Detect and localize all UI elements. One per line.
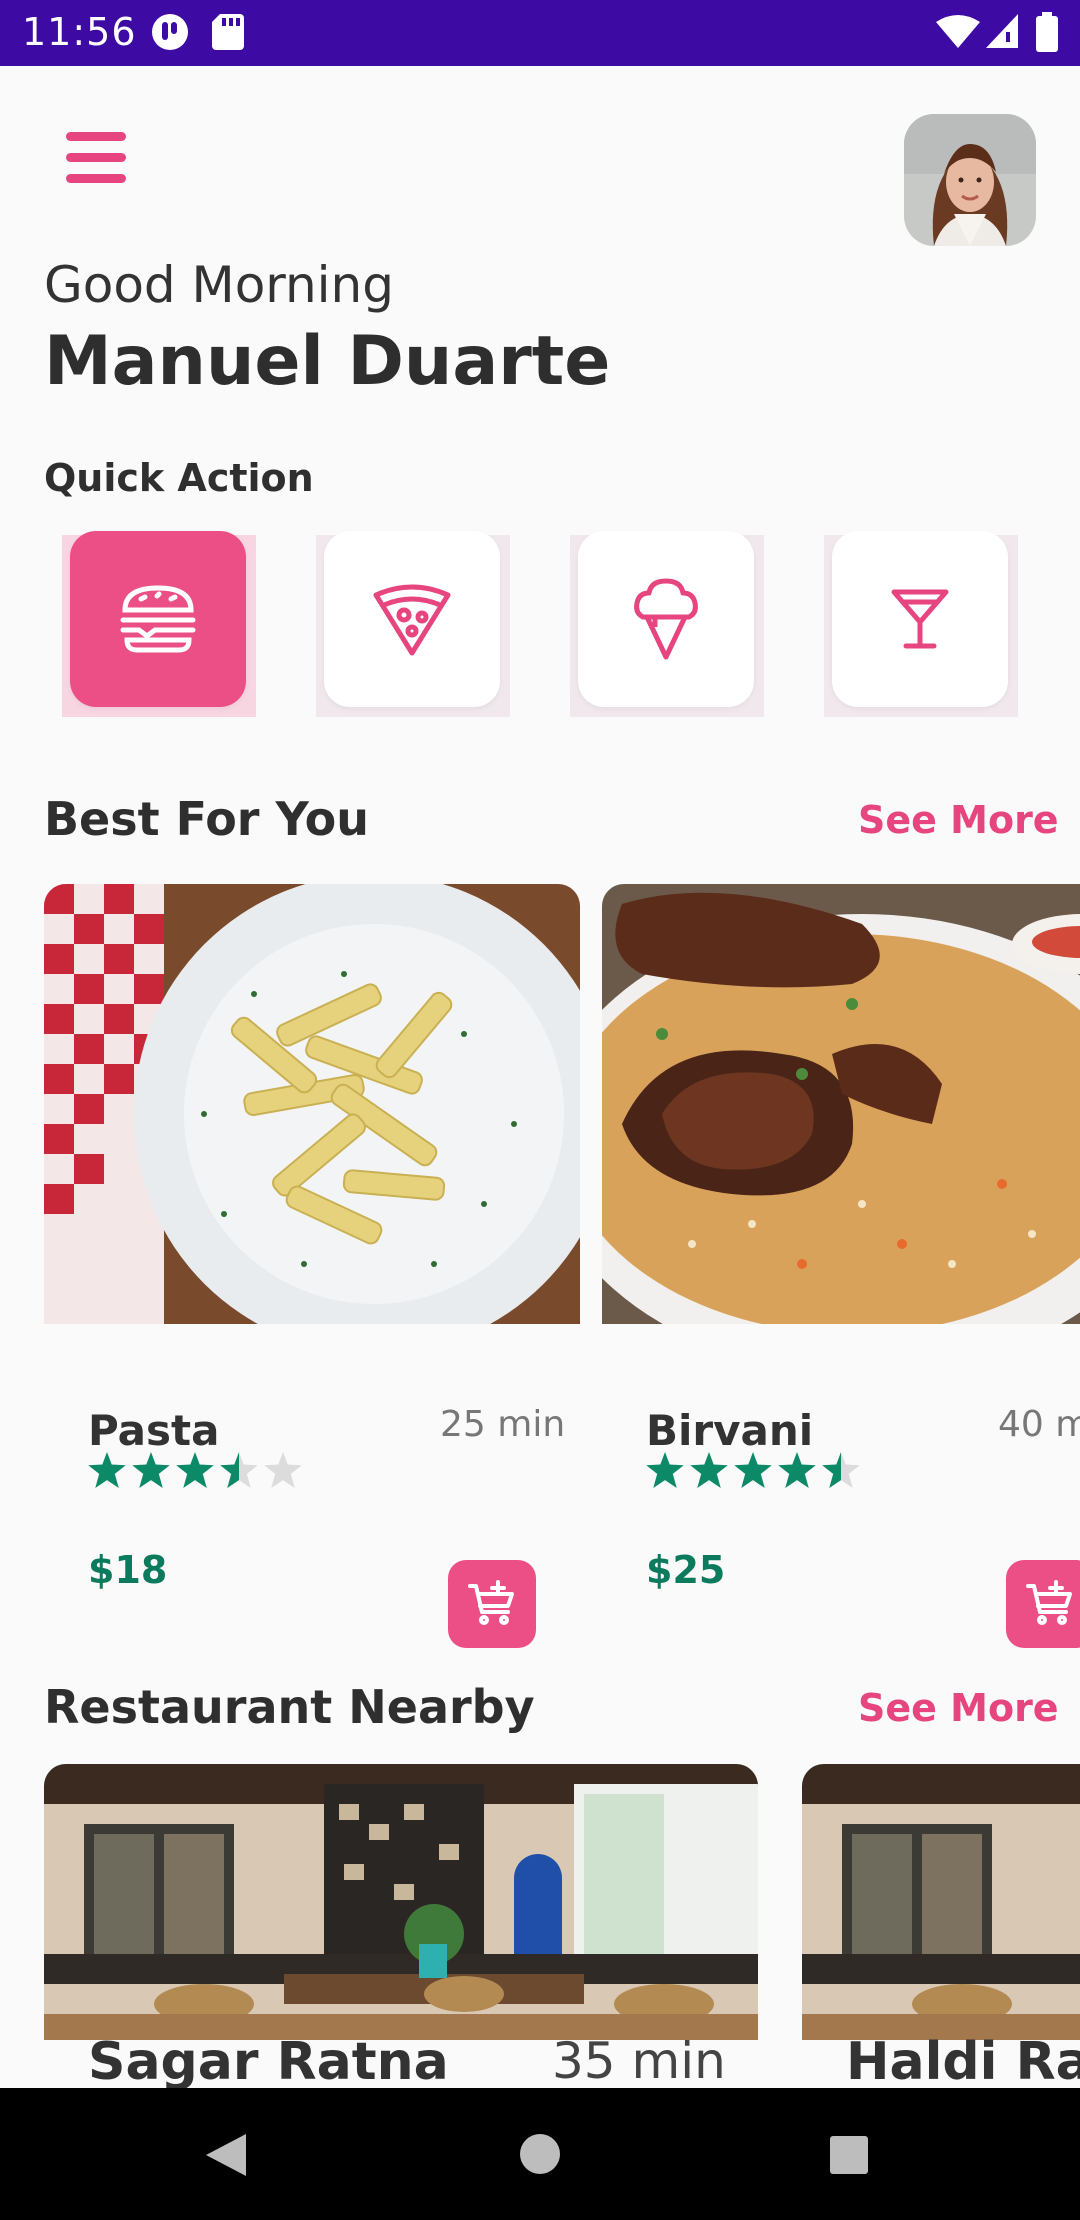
- food-price: $25: [646, 1548, 726, 1592]
- burger-icon: [120, 585, 196, 653]
- food-card-pasta[interactable]: Pasta 25 min $18: [44, 884, 580, 1648]
- notification-app-icon: [152, 14, 188, 50]
- pizza-icon: [373, 584, 451, 656]
- star-icon: [176, 1452, 214, 1488]
- food-time: 25 min: [440, 1404, 566, 1445]
- home-screen: Good Morning Manuel Duarte Quick Action: [0, 66, 1080, 2088]
- best-for-you-see-more[interactable]: See More: [858, 798, 1059, 842]
- add-to-cart-icon: [468, 1580, 514, 1625]
- sd-card-icon: [212, 14, 244, 50]
- best-for-you-title: Best For You: [44, 792, 369, 846]
- status-time: 11:56: [22, 10, 137, 54]
- add-to-cart-button[interactable]: [448, 1560, 536, 1648]
- star-icon: [778, 1452, 816, 1488]
- food-card-birvani[interactable]: Birvani 40 m $25: [602, 884, 1080, 1648]
- menu-button[interactable]: [66, 132, 128, 184]
- restaurant-image: [44, 1764, 758, 2040]
- rating-stars: [88, 1452, 302, 1488]
- star-icon: [132, 1452, 170, 1488]
- quick-action-title: Quick Action: [44, 456, 314, 500]
- greeting-text: Good Morning: [44, 256, 394, 314]
- food-name: Birvani: [646, 1406, 814, 1455]
- quick-action-ice-cream[interactable]: [570, 531, 764, 717]
- rating-stars: [646, 1452, 860, 1488]
- restaurant-nearby-title: Restaurant Nearby: [44, 1680, 535, 1734]
- birvani-image: [602, 884, 1080, 1324]
- star-icon: [646, 1452, 684, 1488]
- system-nav-bar: [0, 2088, 1080, 2220]
- half-star-icon: [822, 1452, 860, 1488]
- food-time: 40 m: [998, 1404, 1080, 1445]
- half-star-icon: [220, 1452, 258, 1488]
- add-to-cart-icon: [1026, 1580, 1072, 1625]
- recents-icon[interactable]: [828, 2134, 870, 2176]
- wifi-icon: [936, 15, 980, 48]
- star-icon: [734, 1452, 772, 1488]
- star-icon: [690, 1452, 728, 1488]
- quick-action-drinks[interactable]: [824, 531, 1018, 717]
- restaurant-card-haldi-ram[interactable]: Haldi Ran: [802, 1764, 1080, 2088]
- status-bar: 11:56: [0, 0, 1080, 66]
- food-price: $18: [88, 1548, 168, 1592]
- star-empty-icon: [264, 1452, 302, 1488]
- battery-icon: [1036, 12, 1058, 52]
- quick-action-burger[interactable]: [62, 531, 256, 717]
- signal-icon: [986, 14, 1018, 48]
- home-icon[interactable]: [518, 2132, 562, 2176]
- pasta-image: [44, 884, 580, 1324]
- restaurant-time: 35 min: [552, 2032, 726, 2088]
- cocktail-icon: [891, 589, 949, 649]
- food-name: Pasta: [88, 1406, 220, 1455]
- ice-cream-icon: [634, 578, 698, 660]
- back-icon[interactable]: [204, 2132, 248, 2178]
- user-name: Manuel Duarte: [44, 322, 611, 401]
- restaurant-nearby-see-more[interactable]: See More: [858, 1686, 1059, 1730]
- star-icon: [88, 1452, 126, 1488]
- restaurant-name: Sagar Ratna: [88, 2032, 449, 2088]
- restaurant-card-sagar-ratna[interactable]: Sagar Ratna 35 min: [44, 1764, 758, 2088]
- restaurant-image: [802, 1764, 1080, 2040]
- profile-photo: [904, 114, 1036, 246]
- restaurant-name: Haldi Ran: [846, 2032, 1080, 2088]
- quick-action-pizza[interactable]: [316, 531, 510, 717]
- add-to-cart-button[interactable]: [1006, 1560, 1080, 1648]
- avatar[interactable]: [904, 114, 1036, 246]
